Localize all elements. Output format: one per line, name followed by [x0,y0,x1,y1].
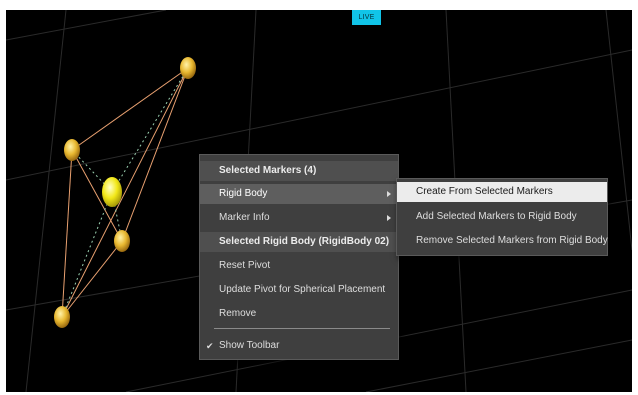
checkmark-icon: ✔ [206,341,214,351]
menu-header-selected-rigid-body: Selected Rigid Body (RigidBody 02) [200,232,398,252]
menu-item-marker-info[interactable]: Marker Info [200,208,398,228]
marker-middle[interactable] [114,230,130,252]
submenu-item-add-selected[interactable]: Add Selected Markers to Rigid Body [397,207,607,227]
context-menu: Selected Markers (4) Rigid Body Marker I… [199,154,399,360]
menu-item-label: Remove [219,308,257,319]
menu-item-update-pivot[interactable]: Update Pivot for Spherical Placement [200,280,398,300]
marker-bottom[interactable] [54,306,70,328]
menu-header-selected-markers: Selected Markers (4) [200,161,398,181]
marker-pivot[interactable] [102,177,122,207]
submenu-item-remove-selected[interactable]: Remove Selected Markers from Rigid Body [397,231,608,251]
menu-item-label: Marker Info [219,212,270,223]
live-status-badge: LIVE [352,10,381,25]
menu-item-show-toolbar[interactable]: ✔ Show Toolbar [200,336,398,356]
marker-top[interactable] [180,57,196,79]
submenu-arrow-icon [387,191,391,197]
menu-item-rigid-body[interactable]: Rigid Body [200,184,398,204]
menu-item-remove[interactable]: Remove [200,304,398,324]
submenu-arrow-icon [387,215,391,221]
marker-left[interactable] [64,139,80,161]
menu-item-label: Show Toolbar [219,340,280,351]
submenu-item-create-from-selected[interactable]: Create From Selected Markers [397,182,607,202]
menu-item-label: Create From Selected Markers [416,186,553,197]
rigid-body-submenu: Create From Selected Markers Add Selecte… [396,178,608,256]
rigid-body-bones [61,67,189,318]
menu-item-label: Remove Selected Markers from Rigid Body [416,235,608,246]
menu-item-reset-pivot[interactable]: Reset Pivot [200,256,398,276]
menu-item-label: Add Selected Markers to Rigid Body [416,211,577,222]
menu-item-label: Rigid Body [219,188,268,199]
menu-item-label: Reset Pivot [219,260,271,271]
menu-item-label: Update Pivot for Spherical Placement [219,284,386,295]
menu-separator [214,328,390,329]
